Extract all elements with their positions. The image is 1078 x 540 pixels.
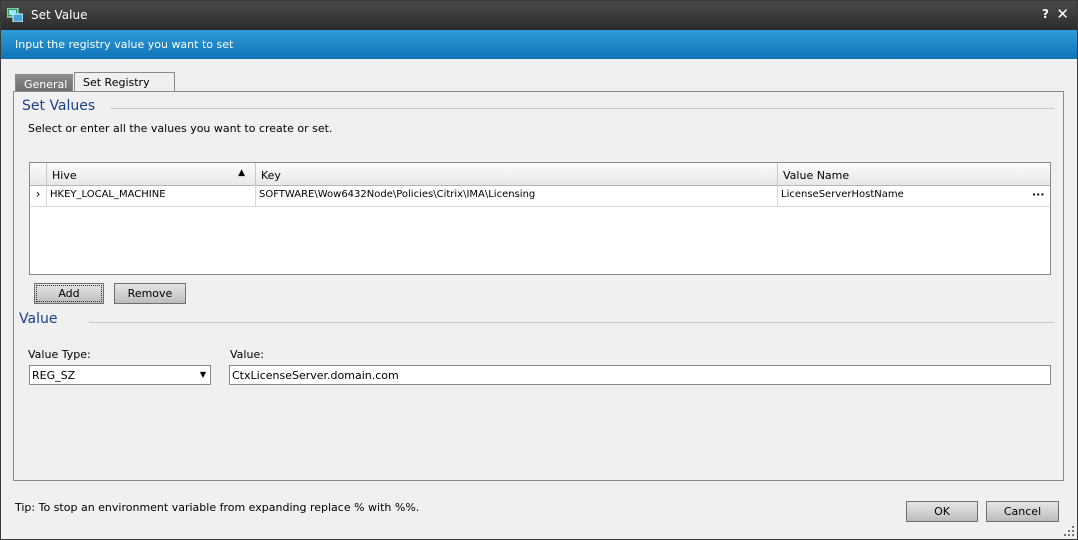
- section-divider: [89, 322, 1054, 323]
- cell-value-name[interactable]: LicenseServerHostName: [778, 185, 1050, 206]
- dropdown-arrow-icon[interactable]: ▼: [200, 370, 206, 379]
- registry-app-icon: [7, 8, 23, 22]
- instruction-banner: Input the registry value you want to set: [1, 30, 1077, 59]
- row-selector-icon: ›: [30, 185, 47, 206]
- column-header-key[interactable]: Key: [256, 163, 778, 185]
- value-label: Value:: [230, 348, 264, 361]
- registry-grid[interactable]: Hive ▲ Key Value Name › HKEY_LOCAL_MACHI…: [29, 162, 1051, 275]
- cell-hive[interactable]: HKEY_LOCAL_MACHINE: [47, 185, 256, 206]
- value-type-selected: REG_SZ: [32, 369, 76, 382]
- tab-general[interactable]: General: [15, 74, 73, 91]
- value-type-select[interactable]: REG_SZ ▼: [29, 365, 211, 385]
- ok-button[interactable]: OK: [906, 501, 978, 522]
- cancel-button[interactable]: Cancel: [986, 501, 1059, 522]
- help-button[interactable]: ?: [1042, 7, 1049, 21]
- title-bar[interactable]: Set Value ? ✕: [1, 1, 1077, 30]
- grid-header: Hive ▲ Key Value Name: [30, 163, 1050, 186]
- column-header-hive-label: Hive: [52, 169, 77, 182]
- tab-set-registry-key[interactable]: Set Registry Key: [74, 72, 175, 102]
- sort-ascending-icon: ▲: [238, 168, 245, 178]
- set-value-dialog: Set Value ? ✕ Input the registry value y…: [0, 0, 1078, 540]
- tip-text: Tip: To stop an environment variable fro…: [15, 501, 420, 514]
- row-indicator-header: [30, 163, 47, 185]
- set-values-heading: Set Values: [22, 98, 96, 114]
- column-header-value-name[interactable]: Value Name: [778, 163, 1050, 185]
- add-button[interactable]: Add: [34, 283, 104, 304]
- value-heading: Value: [19, 311, 58, 327]
- browse-ellipsis-button[interactable]: ···: [1032, 188, 1045, 201]
- set-values-description: Select or enter all the values you want …: [28, 122, 333, 135]
- value-input[interactable]: [229, 365, 1051, 385]
- remove-button[interactable]: Remove: [114, 283, 186, 304]
- window-title: Set Value: [31, 8, 88, 22]
- tab-panel: Set Values Select or enter all the value…: [13, 91, 1064, 481]
- value-type-label: Value Type:: [28, 348, 91, 361]
- resize-grip-icon[interactable]: [1064, 526, 1074, 536]
- banner-text: Input the registry value you want to set: [15, 38, 234, 51]
- cell-key[interactable]: SOFTWARE\Wow6432Node\Policies\Citrix\IMA…: [256, 185, 778, 206]
- table-row[interactable]: › HKEY_LOCAL_MACHINE SOFTWARE\Wow6432Nod…: [30, 185, 1050, 207]
- section-divider: [110, 108, 1054, 109]
- close-button[interactable]: ✕: [1056, 5, 1069, 23]
- column-header-hive[interactable]: Hive ▲: [47, 163, 256, 185]
